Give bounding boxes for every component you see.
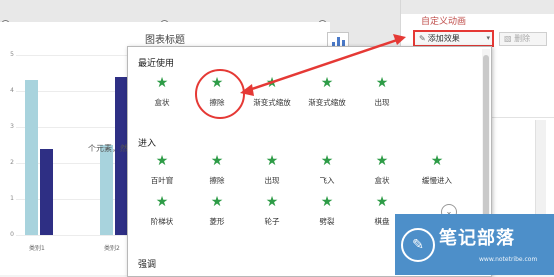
animation-star-icon: ★: [210, 153, 224, 169]
effect-label: 盒状: [374, 176, 390, 185]
animation-star-icon: ★: [430, 153, 444, 169]
y-tick-label: 4: [10, 87, 14, 94]
animation-star-icon: ★: [155, 153, 169, 169]
delete-icon: ▧: [504, 34, 512, 43]
effect-label: 劈裂: [319, 217, 335, 226]
effect-label: 菱形: [209, 217, 225, 226]
effect-item[interactable]: ★ 劈裂: [299, 194, 355, 227]
effect-item[interactable]: ★ 阶梯状: [134, 194, 190, 227]
effect-item[interactable]: ★ 百叶窗: [134, 153, 190, 186]
effect-label: 飞入: [319, 176, 335, 185]
category-label: 类别2: [104, 245, 120, 252]
animation-star-icon: ★: [375, 194, 389, 210]
effect-item[interactable]: ★ 轮子: [244, 194, 300, 227]
effect-item[interactable]: ★ 渐变式缩放: [244, 75, 300, 108]
y-tick-label: 2: [10, 159, 14, 166]
effect-item[interactable]: ★ 盒状: [134, 75, 190, 108]
pencil-icon: ✎: [419, 34, 426, 43]
animation-star-icon: ★: [320, 153, 334, 169]
animation-star-icon: ★: [155, 75, 169, 91]
animation-star-icon: ★: [320, 75, 334, 91]
chevron-down-icon: ▾: [486, 34, 490, 42]
chart-bar[interactable]: [40, 148, 53, 235]
effect-item[interactable]: ★ 出现: [244, 153, 300, 186]
effect-label: 百叶窗: [150, 176, 174, 185]
chart-bar[interactable]: [100, 145, 113, 235]
effect-label: 渐变式缩放: [253, 98, 291, 107]
chart-title[interactable]: 图表标题: [0, 31, 330, 46]
animation-star-icon: ★: [375, 153, 389, 169]
effect-label: 出现: [264, 176, 280, 185]
animation-star-icon: ★: [210, 194, 224, 210]
pane-title: 自定义动画: [421, 17, 467, 27]
add-effect-button[interactable]: ✎ 添加效果 ▾: [413, 30, 494, 47]
scroll-thumb[interactable]: [483, 55, 489, 225]
animation-star-icon: ★: [265, 75, 279, 91]
animation-star-icon: ★: [265, 194, 279, 210]
effect-label: 缓慢进入: [422, 176, 452, 185]
section-enter-title: 进入: [138, 139, 157, 149]
animation-star-icon: ★: [375, 75, 389, 91]
section-emphasis-title: 强调: [138, 260, 157, 270]
effect-item[interactable]: ★ 菱形: [189, 194, 245, 227]
delete-label: 删除: [514, 34, 531, 43]
effect-label: 出现: [374, 98, 390, 107]
y-tick-label: 0: [10, 231, 14, 238]
animation-star-icon: ★: [320, 194, 334, 210]
add-effect-label: 添加效果: [427, 34, 460, 43]
watermark-logo: ✎ 笔记部落 www.notetribe.com: [395, 214, 554, 275]
effect-label: 阶梯状: [150, 217, 174, 226]
highlight-circle: [195, 69, 245, 119]
animation-star-icon: ★: [265, 153, 279, 169]
delete-button[interactable]: ▧ 删除: [499, 32, 547, 46]
watermark-title: 笔记部落: [439, 228, 515, 249]
watermark-url: www.notetribe.com: [479, 256, 538, 263]
y-tick-label: 3: [10, 123, 14, 130]
effect-item[interactable]: ★ 渐变式缩放: [299, 75, 355, 108]
effect-item[interactable]: ★ 盒状: [354, 153, 410, 186]
effect-label: 盒状: [154, 98, 170, 107]
y-tick-label: 5: [10, 51, 14, 58]
effect-item[interactable]: ★ 飞入: [299, 153, 355, 186]
pen-icon: ✎: [401, 228, 435, 262]
pane-header-strip: [401, 0, 554, 14]
effect-item[interactable]: ★ 出现: [354, 75, 410, 108]
effect-label: 渐变式缩放: [308, 98, 346, 107]
effect-item[interactable]: ★ 缓慢进入: [409, 153, 465, 186]
animation-star-icon: ★: [155, 194, 169, 210]
effect-label: 轮子: [264, 217, 280, 226]
chart-bar[interactable]: [25, 80, 38, 235]
section-recent-title: 最近使用: [138, 59, 175, 69]
effect-label: 擦除: [209, 176, 225, 185]
y-tick-label: 1: [10, 195, 14, 202]
category-label: 类别1: [29, 245, 45, 252]
effect-item[interactable]: ★ 擦除: [189, 153, 245, 186]
